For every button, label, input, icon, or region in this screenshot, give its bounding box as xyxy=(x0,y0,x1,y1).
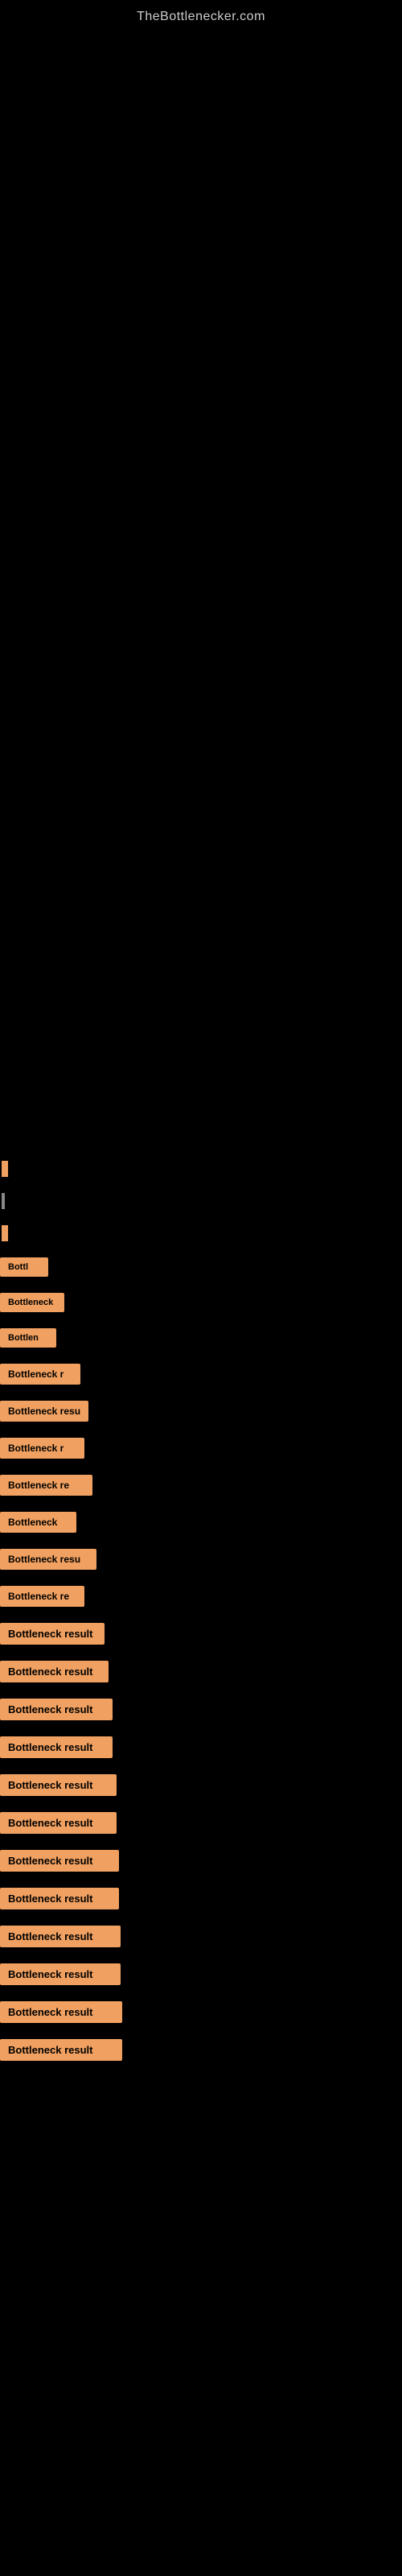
site-header: TheBottlenecker.com xyxy=(0,0,402,31)
bottleneck-label-4: Bottleneck r xyxy=(0,1364,80,1385)
bottleneck-label-1: Bottl xyxy=(0,1257,48,1277)
bottleneck-label-8: Bottleneck xyxy=(0,1512,76,1533)
bottleneck-item-12: Bottleneck result xyxy=(0,1657,402,1686)
bottleneck-label-9: Bottleneck resu xyxy=(0,1549,96,1570)
bottleneck-label-12: Bottleneck result xyxy=(0,1661,109,1682)
indicator-cursor2 xyxy=(0,1222,402,1245)
bottleneck-label-3: Bottlen xyxy=(0,1328,56,1348)
bottleneck-item-18: Bottleneck result xyxy=(0,1885,402,1913)
indicator-cursor xyxy=(0,1158,402,1180)
results-section: Bottl Bottleneck Bottlen Bottleneck r Bottle… xyxy=(0,675,402,2064)
bottleneck-label-6: Bottleneck r xyxy=(0,1438,84,1459)
bottleneck-label-14: Bottleneck result xyxy=(0,1736,113,1758)
site-title: TheBottlenecker.com xyxy=(0,0,402,31)
cursor-icon-2 xyxy=(2,1225,8,1241)
bottleneck-item-4: Bottleneck r xyxy=(0,1360,402,1388)
cursor-icon xyxy=(2,1161,8,1177)
bottleneck-item-14: Bottleneck result xyxy=(0,1733,402,1761)
bottleneck-label-15: Bottleneck result xyxy=(0,1774,117,1796)
bottleneck-item-16: Bottleneck result xyxy=(0,1809,402,1837)
bottleneck-item-19: Bottleneck result xyxy=(0,1922,402,1951)
bottleneck-label-13: Bottleneck result xyxy=(0,1699,113,1720)
bottleneck-item-10: Bottleneck re xyxy=(0,1583,402,1610)
bottleneck-item-15: Bottleneck result xyxy=(0,1771,402,1799)
bottleneck-label-21: Bottleneck result xyxy=(0,2001,122,2023)
bottleneck-label-5: Bottleneck resu xyxy=(0,1401,88,1422)
bottleneck-label-10: Bottleneck re xyxy=(0,1586,84,1607)
bottleneck-item-6: Bottleneck r xyxy=(0,1435,402,1462)
bottleneck-item-9: Bottleneck resu xyxy=(0,1546,402,1573)
bottleneck-label-17: Bottleneck result xyxy=(0,1850,119,1872)
bottleneck-item-2: Bottleneck xyxy=(0,1290,402,1315)
main-chart-area xyxy=(0,31,402,675)
bottleneck-item-8: Bottleneck xyxy=(0,1509,402,1536)
bottleneck-label-11: Bottleneck result xyxy=(0,1623,105,1645)
bottleneck-label-22: Bottleneck result xyxy=(0,2039,122,2061)
bottleneck-item-1: Bottl xyxy=(0,1254,402,1280)
bottleneck-label-7: Bottleneck re xyxy=(0,1475,92,1496)
indicator-pipe xyxy=(0,1190,402,1212)
bottleneck-item-7: Bottleneck re xyxy=(0,1472,402,1499)
bottleneck-item-20: Bottleneck result xyxy=(0,1960,402,1988)
bottleneck-label-2: Bottleneck xyxy=(0,1293,64,1312)
bottleneck-item-17: Bottleneck result xyxy=(0,1847,402,1875)
bottleneck-item-5: Bottleneck resu xyxy=(0,1397,402,1425)
bottleneck-label-19: Bottleneck result xyxy=(0,1926,121,1947)
bottleneck-item-13: Bottleneck result xyxy=(0,1695,402,1724)
bottleneck-label-16: Bottleneck result xyxy=(0,1812,117,1834)
pipe-icon xyxy=(2,1193,5,1209)
bottleneck-item-22: Bottleneck result xyxy=(0,2036,402,2064)
bottleneck-item-21: Bottleneck result xyxy=(0,1998,402,2026)
bottleneck-item-3: Bottlen xyxy=(0,1325,402,1351)
bottleneck-label-20: Bottleneck result xyxy=(0,1963,121,1985)
bottleneck-item-11: Bottleneck result xyxy=(0,1620,402,1648)
bottleneck-label-18: Bottleneck result xyxy=(0,1888,119,1909)
